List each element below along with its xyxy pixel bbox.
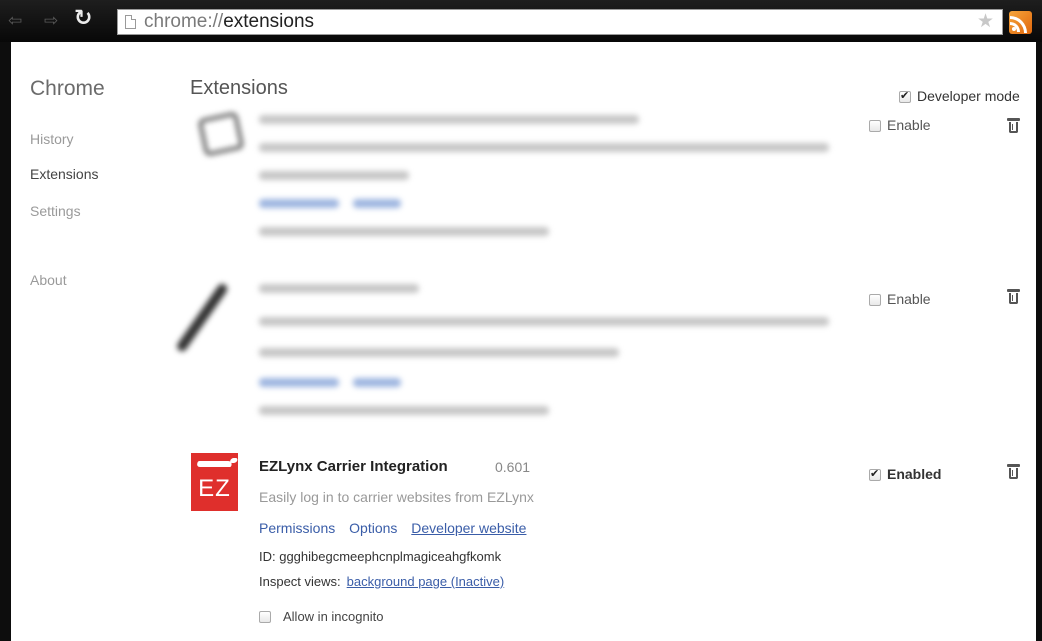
address-bar[interactable]: chrome://extensions ★ xyxy=(117,9,1003,35)
enable-toggle-2[interactable]: Enable xyxy=(869,291,931,307)
extension-name: EZLynx Carrier Integration xyxy=(259,458,448,475)
extension-links: Permissions Options Developer website xyxy=(259,520,536,536)
background-page-link[interactable]: background page (Inactive) xyxy=(347,574,505,589)
enabled-checkbox[interactable] xyxy=(869,467,881,481)
allow-incognito-checkbox[interactable] xyxy=(259,611,271,623)
page-icon xyxy=(125,15,136,29)
browser-toolbar: ⇦ ⇨ ↻ chrome://extensions ★ xyxy=(0,0,1042,42)
forward-arrow-icon[interactable]: ⇨ xyxy=(44,11,58,31)
enabled-toggle[interactable]: Enabled xyxy=(869,466,941,482)
trash-icon[interactable] xyxy=(1007,464,1020,479)
url-path: extensions xyxy=(223,11,315,32)
inspect-views-label: Inspect views: xyxy=(259,574,341,589)
trash-icon[interactable] xyxy=(1007,289,1020,304)
developer-mode-toggle[interactable]: Developer mode xyxy=(899,88,1020,104)
allow-incognito-label: Allow in incognito xyxy=(283,609,384,624)
enable-checkbox-2[interactable] xyxy=(869,294,881,306)
extension-entry-blurred-1 xyxy=(11,42,871,252)
reload-icon[interactable]: ↻ xyxy=(74,7,92,29)
developer-mode-label: Developer mode xyxy=(917,88,1020,104)
enable-checkbox-1[interactable] xyxy=(869,120,881,132)
extension-version: 0.601 xyxy=(495,459,531,475)
ezlynx-logo: EZ xyxy=(191,453,238,511)
extension-description: Easily log in to carrier websites from E… xyxy=(259,489,534,505)
allow-incognito-toggle[interactable]: Allow in incognito xyxy=(259,609,383,624)
inspect-views: Inspect views: background page (Inactive) xyxy=(259,574,504,589)
url-scheme: chrome:// xyxy=(144,11,224,32)
developer-mode-checkbox[interactable] xyxy=(899,89,911,103)
rss-icon[interactable] xyxy=(1009,11,1032,34)
enabled-label: Enabled xyxy=(887,466,942,482)
lynx-icon xyxy=(195,461,234,467)
extensions-page: Chrome History Extensions Settings About… xyxy=(11,42,1036,641)
enable-toggle-1[interactable]: Enable xyxy=(869,117,931,133)
extension-id: ID: ggghibegcmeephcnplmagiceahgfkomk xyxy=(259,549,502,564)
enable-label-2: Enable xyxy=(887,291,931,307)
developer-website-link[interactable]: Developer website xyxy=(411,520,526,536)
trash-icon[interactable] xyxy=(1007,118,1020,133)
extension-entry-blurred-2 xyxy=(11,257,871,427)
ezlynx-logo-text: EZ xyxy=(198,475,231,502)
permissions-link[interactable]: Permissions xyxy=(259,520,335,536)
url-text[interactable]: chrome://extensions xyxy=(144,11,314,33)
enable-label-1: Enable xyxy=(887,117,931,133)
options-link[interactable]: Options xyxy=(349,520,397,536)
star-icon[interactable]: ★ xyxy=(977,10,994,34)
back-arrow-icon[interactable]: ⇦ xyxy=(8,11,22,31)
